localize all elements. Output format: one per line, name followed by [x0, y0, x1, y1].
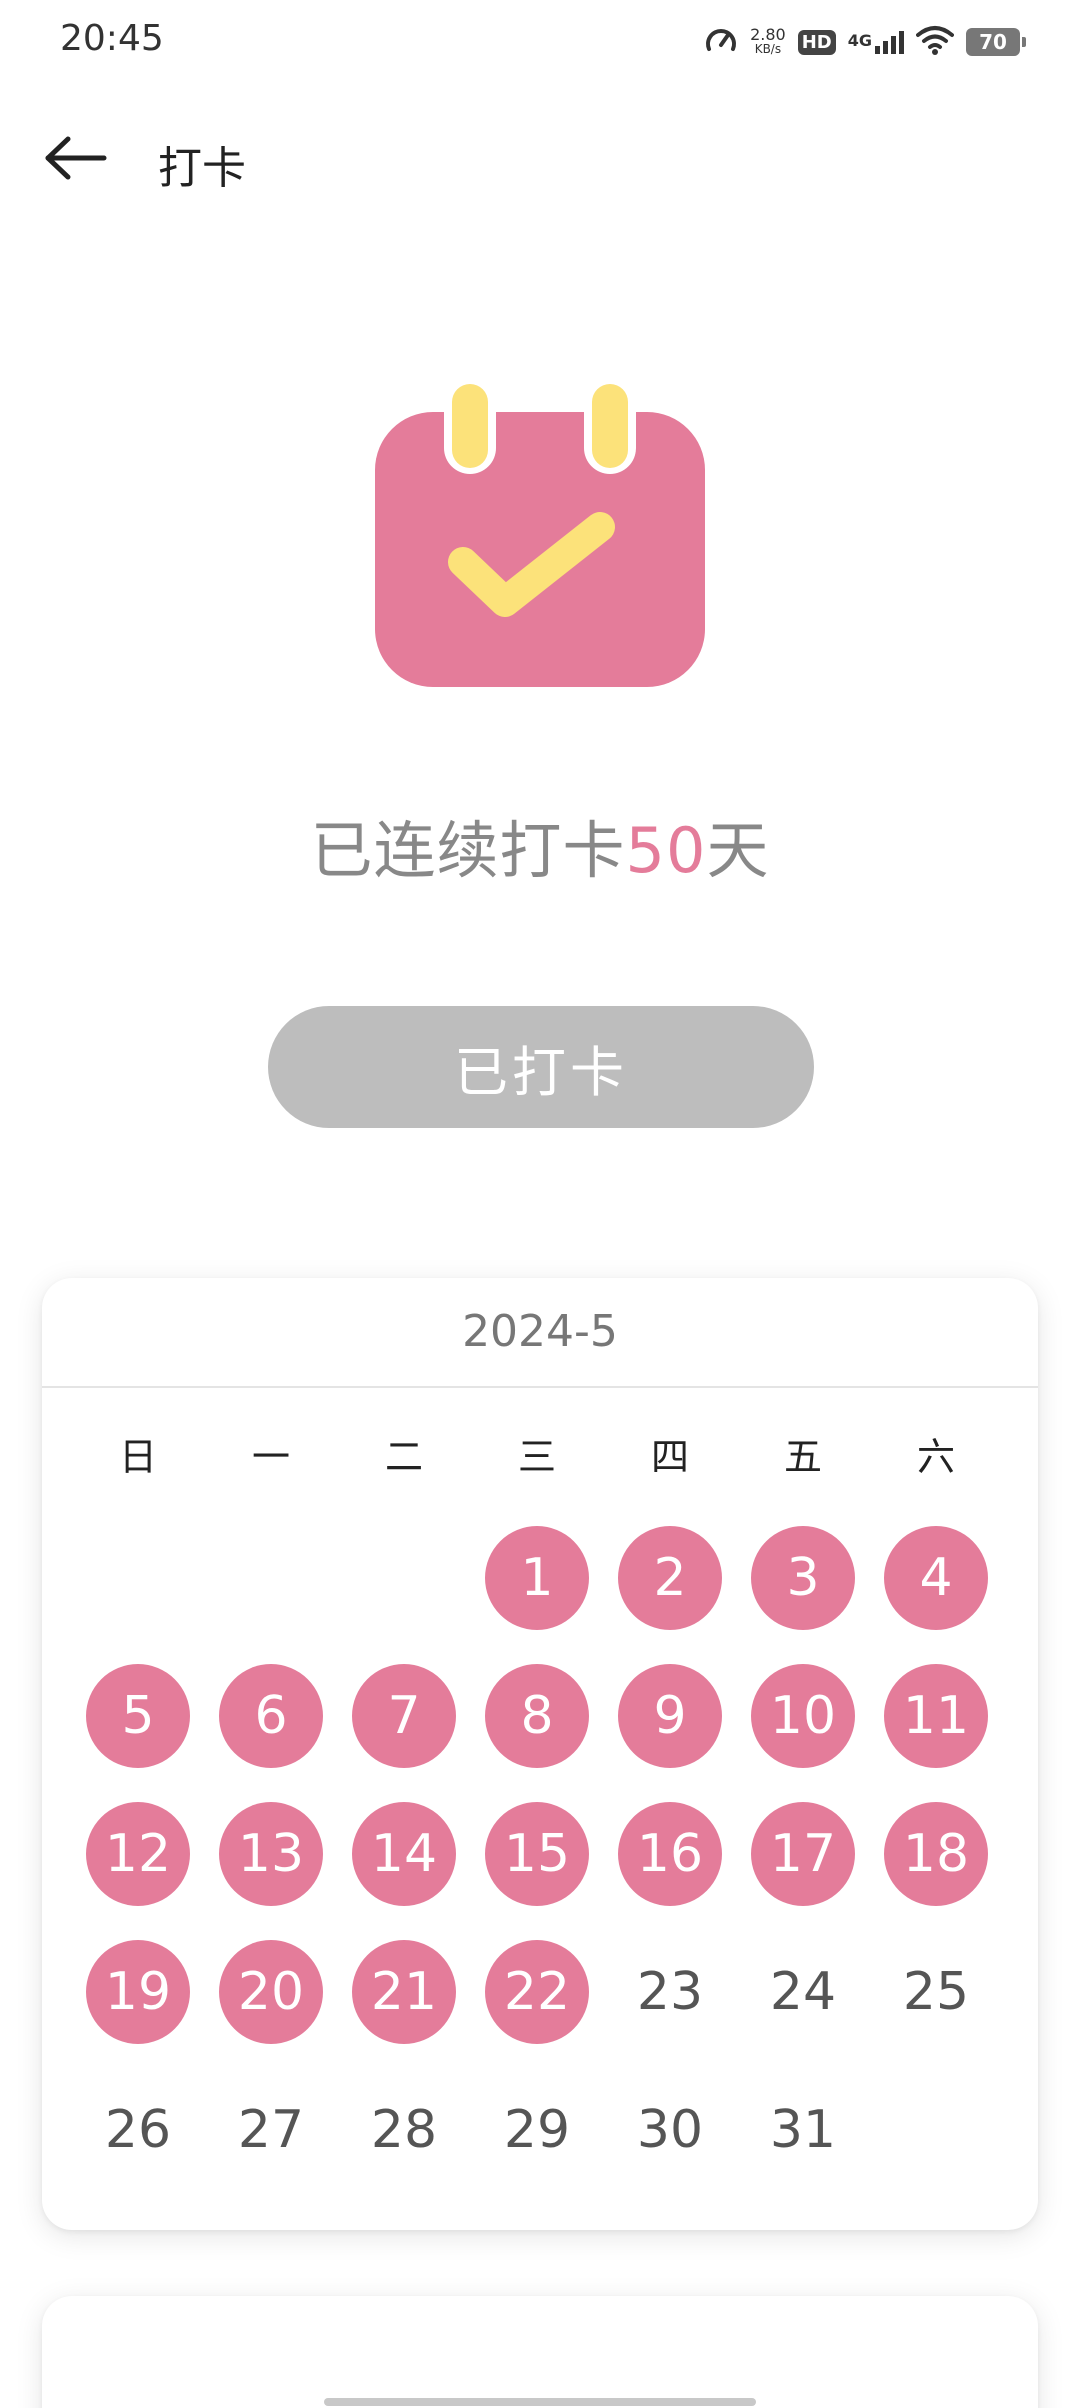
- checkin-page: 20:45 2.80 KB/s HD 4G 70 打卡 已连续打卡50天 已打卡…: [0, 0, 1080, 2408]
- calendar-day-checked[interactable]: 21: [352, 1940, 456, 2044]
- calendar-day-checked[interactable]: 19: [86, 1940, 190, 2044]
- streak-prefix: 已连续打卡: [310, 814, 626, 887]
- calendar-day[interactable]: 24: [751, 1940, 855, 2044]
- streak-suffix: 天: [706, 814, 770, 887]
- hd-badge: HD: [797, 29, 836, 55]
- cellular-signal-icon: 4G: [847, 30, 904, 54]
- calendar-day[interactable]: 29: [485, 2078, 589, 2182]
- calendar-day-checked[interactable]: 17: [751, 1802, 855, 1906]
- calendar-day-checked[interactable]: 22: [485, 1940, 589, 2044]
- network-speed: 2.80 KB/s: [750, 25, 786, 57]
- calendar-day-checked[interactable]: 7: [352, 1664, 456, 1768]
- calendar-day-checked[interactable]: 3: [751, 1526, 855, 1630]
- page-title: 打卡: [158, 143, 246, 194]
- calendar-day-checked[interactable]: 6: [219, 1664, 323, 1768]
- home-indicator[interactable]: [324, 2398, 756, 2406]
- calendar-day-checked[interactable]: 11: [884, 1664, 988, 1768]
- back-button[interactable]: [40, 128, 112, 192]
- app-header: 打卡: [0, 120, 1080, 200]
- status-time: 20:45: [60, 18, 164, 59]
- secondary-card: [42, 2296, 1038, 2408]
- checkin-button[interactable]: 已打卡: [268, 1006, 814, 1128]
- arrow-left-icon: [44, 136, 108, 184]
- wifi-icon: [916, 25, 954, 59]
- calendar-day-checked[interactable]: 15: [485, 1802, 589, 1906]
- calendar-card: 2024-5 日 一 二 三 四 五 六 1 2 3 4 5 6 7 8 9 10 11 12 13 14…: [42, 1278, 1038, 2230]
- calendar-day[interactable]: 28: [352, 2078, 456, 2182]
- calendar-day-checked[interactable]: 5: [86, 1664, 190, 1768]
- calendar-day-checked[interactable]: 16: [618, 1802, 722, 1906]
- calendar-day[interactable]: 25: [884, 1940, 988, 2044]
- calendar-day[interactable]: 26: [86, 2078, 190, 2182]
- calendar-day-checked[interactable]: 20: [219, 1940, 323, 2044]
- calendar-day-checked[interactable]: 12: [86, 1802, 190, 1906]
- speedometer-icon: [704, 23, 738, 61]
- network-type: 4G: [847, 30, 872, 50]
- streak-count: 50: [625, 814, 707, 887]
- calendar-day[interactable]: 23: [618, 1940, 722, 2044]
- calendar-day-checked[interactable]: 13: [219, 1802, 323, 1906]
- network-speed-unit: KB/s: [754, 42, 782, 56]
- calendar-check-icon: [360, 370, 720, 700]
- calendar-day-checked[interactable]: 10: [751, 1664, 855, 1768]
- calendar-day-checked[interactable]: 2: [618, 1526, 722, 1630]
- calendar-day-checked[interactable]: 4: [884, 1526, 988, 1630]
- battery-indicator: 70: [966, 28, 1026, 56]
- calendar-days-grid: 1 2 3 4 5 6 7 8 9 10 11 12 13 14 15 16 17 18 19 20 21 22 23 24 2…: [42, 1278, 1038, 2230]
- calendar-day-checked[interactable]: 1: [485, 1526, 589, 1630]
- streak-text: 已连续打卡50天: [0, 800, 1080, 890]
- calendar-day-checked[interactable]: 9: [618, 1664, 722, 1768]
- calendar-day[interactable]: 31: [751, 2078, 855, 2182]
- network-speed-value: 2.80: [750, 25, 786, 44]
- calendar-day-checked[interactable]: 8: [485, 1664, 589, 1768]
- calendar-day-checked[interactable]: 18: [884, 1802, 988, 1906]
- calendar-day[interactable]: 30: [618, 2078, 722, 2182]
- calendar-day-checked[interactable]: 14: [352, 1802, 456, 1906]
- status-bar: 20:45 2.80 KB/s HD 4G 70: [0, 0, 1080, 84]
- status-icons: 2.80 KB/s HD 4G 70: [704, 22, 1026, 62]
- calendar-day[interactable]: 27: [219, 2078, 323, 2182]
